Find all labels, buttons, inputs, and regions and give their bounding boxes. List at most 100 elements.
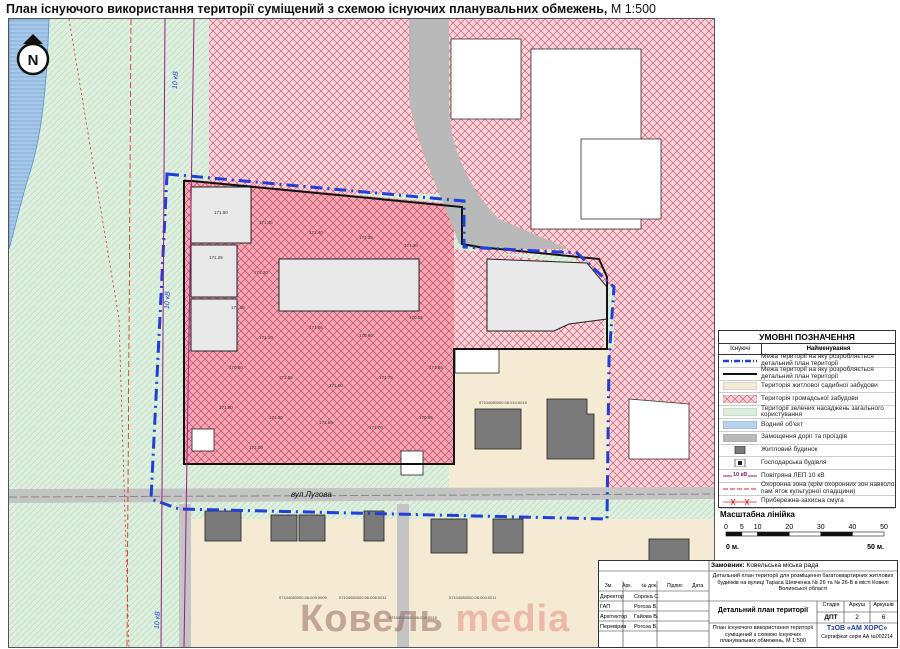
elevation-label: 171.10 <box>259 335 273 340</box>
north-arrow-icon <box>23 34 43 44</box>
redx-icon <box>723 498 757 506</box>
elevation-label: 171.70 <box>369 425 383 430</box>
building-ne3[interactable] <box>580 138 662 220</box>
water-icon <box>722 420 758 430</box>
legend-item: Господарська будівля <box>719 457 895 471</box>
stamp-col-header: Підпис <box>666 583 683 589</box>
stamp-sheet-label: Аркуш <box>848 602 866 608</box>
scale-segment <box>725 531 743 537</box>
legend: УМОВНІ ПОЗНАЧЕННЯ Існуючі Найменування М… <box>718 330 896 509</box>
legend-item-label: Територія громадської забудови <box>761 395 859 403</box>
elevation-label: 171.25 <box>209 255 223 260</box>
stamp-stage-label: Стадія <box>822 602 840 608</box>
stamp-stage: ДПТ <box>824 614 838 621</box>
house-3[interactable] <box>204 510 242 542</box>
stamp-staff-role: Архітектор <box>600 614 628 620</box>
house-2[interactable] <box>546 398 595 460</box>
legend-item-label: Повітряна ЛЕП 10 кВ <box>761 471 825 479</box>
stamp-staff-row: ГАП Рогоза В. <box>600 602 708 612</box>
legend-item-label: Прибережна-захисна смуга <box>761 497 844 505</box>
stamp-staff-name: Гайова В. <box>634 614 659 620</box>
elevation-label: 171.20 <box>254 270 268 275</box>
building-main[interactable] <box>278 258 420 312</box>
stamp-customer-value: Ковельська міська рада <box>746 562 819 569</box>
scale-tick-label: 20 <box>785 524 793 531</box>
legend-item: Охоронна зона (крім охоронних зон навкол… <box>719 481 895 496</box>
stamp-staff-row: Перевірив Рогоза В. <box>600 622 708 632</box>
scale-tick-label: 50 <box>880 524 888 531</box>
building-ne2[interactable] <box>450 38 522 120</box>
stamp-staff-role: Директор <box>600 594 624 600</box>
legend-item: Території зелених насаджень загального к… <box>719 404 895 419</box>
watermark-part2: media <box>455 598 571 640</box>
black-line-icon <box>723 370 757 378</box>
elevation-label: 170.95 <box>419 415 433 420</box>
elevation-label: 171.60 <box>329 383 343 388</box>
elevation-label: 171.50 <box>214 210 228 215</box>
legend-item: Замощення доріг та проїздів <box>719 432 895 445</box>
elevation-label: 171.55 <box>279 375 293 380</box>
house-7[interactable] <box>430 518 468 554</box>
elevation-label: 171.40 <box>309 230 323 235</box>
legend-items: Межа території на яку розробляється дета… <box>719 354 895 509</box>
scale-segment <box>757 531 790 537</box>
house-5[interactable] <box>298 514 326 542</box>
building-east[interactable] <box>486 258 608 332</box>
power-label-3: 10 кВ <box>154 611 162 629</box>
scale-segment <box>820 531 853 537</box>
map-sheet: План існуючого використання території су… <box>0 0 900 649</box>
scale-right-label: 50 м. <box>867 544 884 551</box>
elevation-label: 171.05 <box>309 325 323 330</box>
pink-hatch-icon <box>722 395 758 404</box>
legend-item-label: Межа території на яку розробляється дета… <box>761 366 874 380</box>
scale-bar-title: Масштабна лінійка <box>720 510 795 519</box>
blue-dash-icon <box>723 357 757 365</box>
shed-1[interactable] <box>191 428 215 452</box>
legend-item-label: Охоронна зона (крім охоронних зон навкол… <box>761 481 895 495</box>
legend-item-label: Господарська будівля <box>761 459 827 467</box>
stamp-sheets-label: Аркушів <box>873 602 894 608</box>
scale-tick-label: 0 <box>724 524 728 531</box>
house-8[interactable] <box>492 518 524 554</box>
legend-item: Територія житлової садибної забудови <box>719 381 895 394</box>
building-e2[interactable] <box>628 398 690 460</box>
house-6[interactable] <box>363 510 385 542</box>
scale-segment <box>852 531 885 537</box>
shed-3[interactable] <box>454 348 500 374</box>
street-label: вул.Лугова <box>291 490 332 499</box>
stamp-col-header: Арк. <box>622 583 632 589</box>
page-title: План існуючого використання території су… <box>6 2 656 16</box>
scale-segment <box>788 531 822 537</box>
building-w1[interactable] <box>190 244 238 298</box>
stamp-customer-label: Замовник: <box>711 562 745 569</box>
scale-tick-label: 30 <box>817 524 825 531</box>
scale-tick-label: 10 <box>754 524 762 531</box>
scale-tick-label: 5 <box>740 524 744 531</box>
stamp-staff: Директор Сорока С. ГАП Рогоза В. Архітектор Г… <box>600 592 708 632</box>
legend-item: Межа території на яку розробляється дета… <box>719 366 895 381</box>
legend-power-code: 10 кВ <box>733 472 748 479</box>
title-scale: М 1:500 <box>610 2 657 16</box>
zone-icon <box>723 485 757 493</box>
scale-bar: Масштабна лінійка 0 5 10 20 30 40 50 0 м. 50 м. <box>720 510 896 560</box>
scale-left-label: 0 м. <box>726 544 739 551</box>
legend-item-label: Території зелених насаджень загального к… <box>761 404 884 419</box>
elevation-label: 171.15 <box>231 305 245 310</box>
stamp-cert: Сертифікат серія АА №002214 <box>821 634 893 640</box>
stamp-staff-row: Директор Сорока С. <box>600 592 708 602</box>
map-area[interactable]: вул.Лугова 10 кВ 10 кВ 10 кВ 171.50 171.4… <box>8 18 715 648</box>
elevation-label: 170.80 <box>229 365 243 370</box>
building-nw[interactable] <box>190 186 252 244</box>
elevation-label: 170.90 <box>359 333 373 338</box>
stamp-columns: Зм. Арк. № док. Підпис Дата <box>600 583 708 589</box>
stamp-col-header: Зм. <box>604 583 613 589</box>
scale-tick-label: 40 <box>849 524 857 531</box>
power-label-1: 10 кВ <box>164 291 172 309</box>
map-canvas: вул.Лугова 10 кВ 10 кВ 10 кВ 171.50 171.4… <box>9 19 714 647</box>
house-1[interactable] <box>474 408 522 450</box>
house-4[interactable] <box>270 514 298 542</box>
north-arrow: N <box>16 34 50 76</box>
watermark-part1: Ковель <box>300 598 444 640</box>
house-icon <box>723 446 757 455</box>
stamp-staff-role: ГАП <box>600 604 611 610</box>
